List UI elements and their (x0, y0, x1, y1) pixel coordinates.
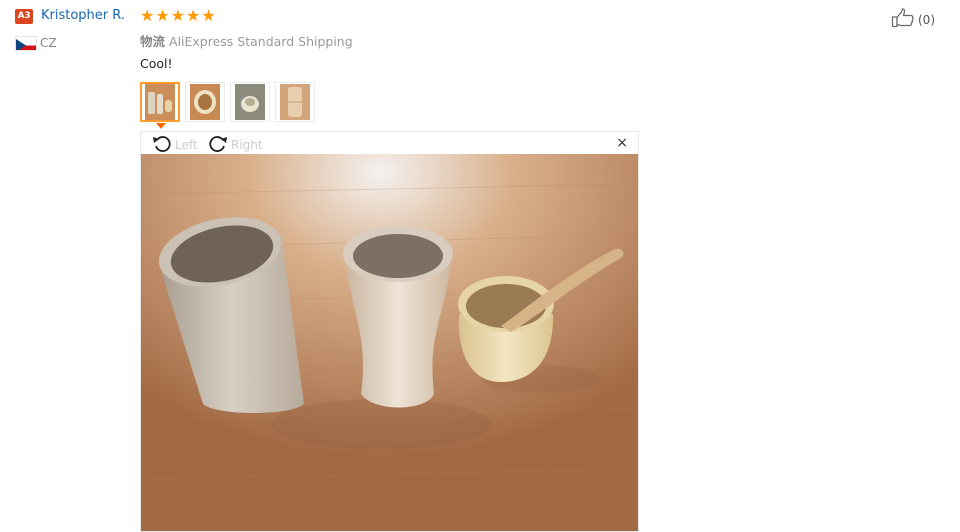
photo-thumbnail[interactable] (185, 82, 225, 122)
star-icon: ★ (155, 6, 170, 25)
helpful-count: (0) (918, 13, 935, 27)
helpful-button[interactable]: (0) (891, 8, 935, 32)
close-viewer-button[interactable]: × (616, 135, 628, 151)
photo-thumbnail[interactable] (140, 82, 180, 122)
shipping-label: 物流 (140, 34, 166, 49)
country-code: CZ (40, 36, 57, 50)
review-text: Cool! (140, 56, 173, 71)
photo-viewer: Left Right × (140, 131, 639, 532)
photo-thumbnail-image (145, 84, 175, 120)
country-flag-icon (15, 36, 37, 51)
viewer-toolbar: Left Right × (141, 132, 638, 154)
rotate-right-button[interactable]: Right (207, 134, 263, 156)
active-thumbnail-indicator (156, 123, 166, 129)
shipping-method: AliExpress Standard Shipping (169, 34, 353, 49)
review-photo-thumbnails (140, 82, 315, 122)
photo-thumbnail-image (280, 84, 310, 120)
reviewer-name[interactable]: Kristopher R. (41, 8, 125, 23)
thumbs-up-icon (891, 8, 915, 32)
review-photo (141, 154, 638, 531)
rotate-right-icon (207, 134, 229, 156)
star-rating: ★ ★ ★ ★ ★ (140, 7, 216, 25)
star-icon: ★ (201, 6, 216, 25)
photo-thumbnail-image (190, 84, 220, 120)
photo-thumbnail[interactable] (275, 82, 315, 122)
star-icon: ★ (170, 6, 186, 25)
photo-thumbnail-image (235, 84, 265, 120)
star-icon: ★ (186, 6, 201, 25)
rotate-left-icon (151, 134, 173, 156)
rotate-left-button[interactable]: Left (151, 134, 198, 156)
shipping-info: 物流 AliExpress Standard Shipping (140, 31, 353, 50)
user-level-badge: A3 (15, 9, 33, 24)
rotate-left-label: Left (175, 138, 198, 152)
photo-thumbnail[interactable] (230, 82, 270, 122)
star-icon: ★ (140, 6, 155, 25)
rotate-right-label: Right (231, 138, 263, 152)
